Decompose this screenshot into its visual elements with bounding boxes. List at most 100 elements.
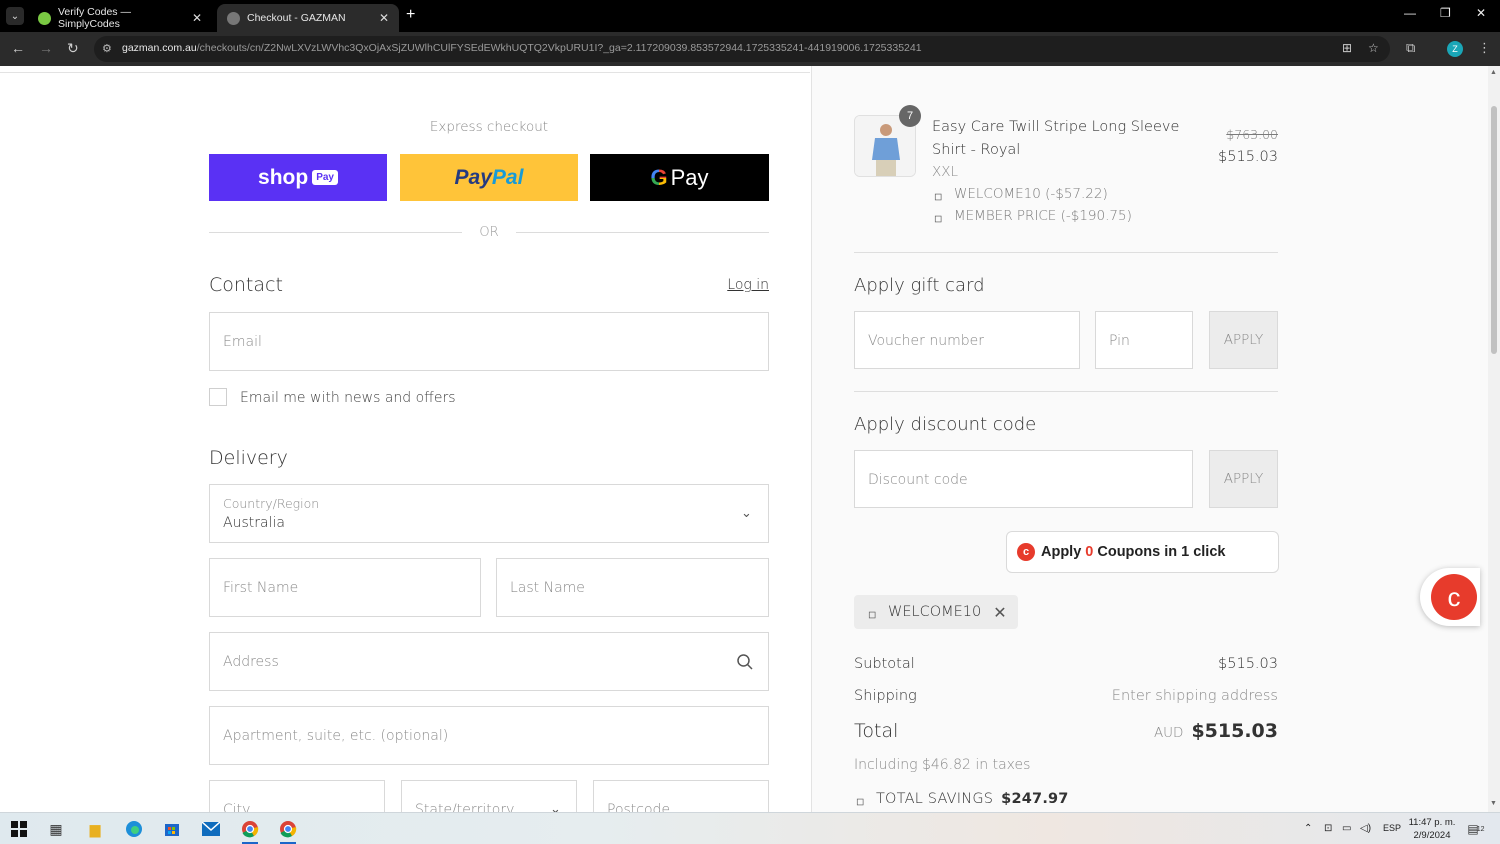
volume-icon[interactable]: ◁) [1360, 823, 1371, 834]
last-name-field[interactable]: Last Name [496, 558, 769, 617]
or-label: OR [479, 225, 499, 240]
new-tab-icon[interactable]: + [406, 6, 415, 24]
store-icon[interactable] [162, 819, 182, 839]
header-divider [0, 72, 810, 73]
pin-field[interactable]: Pin [1095, 311, 1193, 369]
page-scrollbar[interactable]: ▲ ▼ [1488, 66, 1500, 812]
newsletter-checkbox[interactable] [209, 388, 227, 406]
shop-pay-button[interactable]: shop Pay [209, 154, 387, 201]
state-select[interactable]: State/territory ⌄ [401, 780, 577, 812]
apply-discount-button[interactable]: APPLY [1209, 450, 1278, 508]
windows-taskbar: ▦ ▆ ⌃ ⊡ ▭ ◁) ESP 11:47 p. m. 2/9/2024 ▤ 1… [0, 812, 1500, 844]
chevron-down-icon: ⌄ [550, 801, 561, 812]
postcode-field[interactable]: Postcode [593, 780, 769, 812]
language-indicator[interactable]: ESP [1383, 823, 1401, 833]
reload-icon[interactable]: ↻ [67, 40, 79, 57]
voucher-number-field[interactable]: Voucher number [854, 311, 1080, 369]
tab-simplycodes[interactable]: Verify Codes — SimplyCodes ✕ [28, 4, 212, 32]
simplycodes-floating-button[interactable]: c [1420, 568, 1480, 626]
apply-coupons-button[interactable]: c Apply 0 Coupons in 1 click [1006, 531, 1279, 573]
tab-title: Checkout - GAZMAN [247, 12, 346, 24]
extensions-icon[interactable]: ⧉ [1406, 40, 1415, 56]
address-field[interactable]: Address [209, 632, 769, 691]
remove-code-icon[interactable]: ✕ [993, 603, 1006, 622]
simplycodes-favicon-icon [38, 11, 51, 25]
close-window-icon[interactable]: ✕ [1476, 6, 1486, 20]
chrome-icon[interactable] [240, 819, 260, 839]
windows-start-icon[interactable] [9, 819, 29, 839]
simplycodes-logo-icon: c [1017, 543, 1035, 561]
globe-favicon-icon [227, 11, 240, 25]
system-clock[interactable]: 11:47 p. m. 2/9/2024 [1402, 816, 1462, 842]
tab-search-icon[interactable]: ⌄ [6, 7, 24, 25]
delivery-title: Delivery [209, 447, 288, 469]
divider [854, 391, 1278, 392]
search-icon[interactable] [736, 653, 754, 671]
menu-kebab-icon[interactable]: ⋮ [1478, 40, 1491, 56]
url-text[interactable]: gazman.com.au/checkouts/cn/Z2NwLXVzLWVhc… [122, 42, 1322, 54]
close-tab-icon[interactable]: ✕ [192, 11, 202, 25]
divider [854, 252, 1278, 253]
quantity-badge: 7 [899, 105, 921, 127]
shipping-row: Shipping Enter shipping address [854, 688, 1278, 704]
simplycodes-logo-icon: c [1431, 574, 1477, 620]
translate-icon[interactable]: ⊞ [1342, 41, 1352, 55]
scroll-down-icon[interactable]: ▼ [1490, 800, 1497, 807]
back-icon[interactable]: ← [11, 40, 25, 56]
city-field[interactable]: City [209, 780, 385, 812]
newsletter-label: Email me with news and offers [240, 390, 456, 406]
close-tab-icon[interactable]: ✕ [379, 11, 389, 25]
email-field[interactable]: Email [209, 312, 769, 371]
product-name: Easy Care Twill Stripe Long Sleeve Shirt… [932, 119, 1180, 158]
tab-gazman-checkout[interactable]: Checkout - GAZMAN ✕ [217, 4, 399, 32]
chevron-up-icon[interactable]: ⌃ [1304, 823, 1312, 834]
discount-code-title: Apply discount code [854, 414, 1037, 435]
meet-now-icon[interactable]: ⊡ [1324, 823, 1332, 834]
login-link[interactable]: Log in [720, 277, 769, 293]
tab-title: Verify Codes — SimplyCodes [58, 6, 131, 30]
scroll-up-icon[interactable]: ▲ [1490, 69, 1497, 76]
discount-line: ◇ WELCOME10 (-$57.22) [929, 186, 1107, 205]
country-select[interactable]: Country/Region Australia ⌄ [209, 484, 769, 543]
bookmark-star-icon[interactable]: ☆ [1368, 41, 1379, 55]
contact-title: Contact [209, 274, 283, 296]
subtotal-row: Subtotal $515.03 [854, 656, 1278, 672]
apply-gift-card-button[interactable]: APPLY [1209, 311, 1278, 369]
chevron-down-icon: ⌄ [741, 505, 752, 520]
profile-avatar[interactable]: Z [1447, 41, 1463, 57]
minimize-icon[interactable]: — [1404, 6, 1416, 20]
product-variant: XXL [932, 164, 959, 180]
tag-icon: ◇ [929, 188, 946, 205]
scrollbar-thumb[interactable] [1491, 106, 1497, 354]
browser-toolbar: ← → ↻ ⚙ gazman.com.au/checkouts/cn/Z2NwL… [0, 32, 1500, 66]
original-price: $763.00 [1226, 127, 1278, 142]
mail-icon[interactable] [201, 819, 221, 839]
restore-icon[interactable]: ❐ [1440, 6, 1451, 20]
gift-card-title: Apply gift card [854, 275, 985, 296]
google-pay-button[interactable]: G Pay [590, 154, 769, 201]
discount-line: ◇ MEMBER PRICE (-$190.75) [929, 208, 1131, 227]
file-explorer-icon[interactable]: ▆ [85, 819, 105, 839]
express-checkout-title: Express checkout [429, 119, 549, 135]
checkout-page: Express checkout shop Pay Pay Pal G Pay OR… [0, 66, 1500, 812]
product-price: $515.03 [1218, 149, 1278, 165]
task-view-icon[interactable]: ▦ [46, 819, 66, 839]
tag-icon: ◇ [851, 793, 868, 810]
first-name-field[interactable]: First Name [209, 558, 481, 617]
total-savings: ◇ TOTAL SAVINGS $247.97 [851, 791, 1069, 810]
apartment-field[interactable]: Apartment, suite, etc. (optional) [209, 706, 769, 765]
notifications-icon[interactable]: ▤ 12 [1466, 819, 1486, 839]
discount-code-field[interactable]: Discount code [854, 450, 1193, 508]
or-divider-left [209, 232, 462, 233]
edge-icon[interactable] [124, 819, 144, 839]
chrome-icon[interactable] [278, 819, 298, 839]
paypal-button[interactable]: Pay Pal [400, 154, 578, 201]
applied-code-chip: ◇ WELCOME10 ✕ [854, 595, 1018, 629]
site-info-icon[interactable]: ⚙ [102, 42, 112, 55]
taxes-note: Including $46.82 in taxes [854, 757, 1031, 773]
network-icon[interactable]: ▭ [1342, 823, 1351, 834]
address-bar[interactable]: ⚙ gazman.com.au/checkouts/cn/Z2NwLXVzLWV… [94, 36, 1390, 62]
tag-icon: ◇ [929, 210, 946, 227]
total-row: Total AUD $515.03 [854, 720, 1278, 742]
forward-icon[interactable]: → [39, 40, 53, 56]
